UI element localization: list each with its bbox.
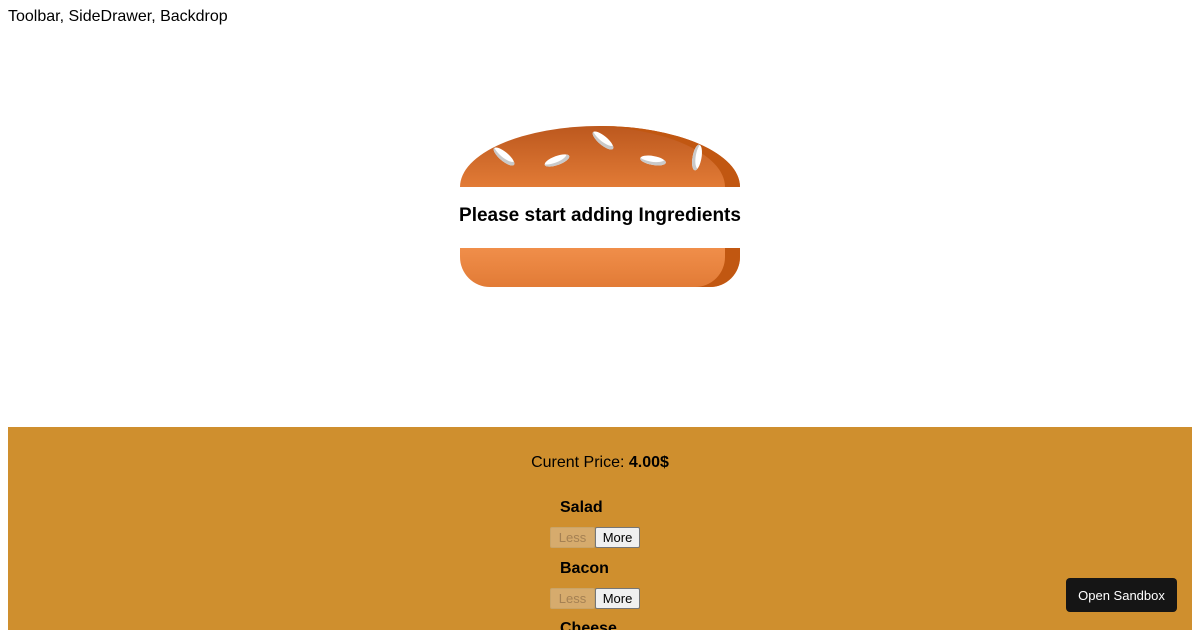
current-price: Curent Price: 4.00$ (8, 454, 1192, 472)
open-sandbox-button[interactable]: Open Sandbox (1066, 578, 1177, 612)
bread-bottom (460, 248, 740, 287)
control-label-cheese: Cheese (560, 620, 617, 630)
salad-more-button[interactable]: More (595, 527, 640, 548)
bread-top (460, 126, 740, 187)
sesame-seed (543, 151, 571, 170)
page: Toolbar, SideDrawer, Backdrop Please sta… (0, 0, 1200, 630)
empty-burger-message: Please start adding Ingredients (459, 205, 741, 226)
sesame-seed (590, 128, 616, 153)
sesame-seed (491, 144, 517, 169)
build-controls: Curent Price: 4.00$ Salad Less More Baco… (8, 427, 1192, 630)
sesame-seed (639, 153, 667, 168)
bacon-less-button[interactable]: Less (550, 588, 595, 609)
price-label: Curent Price: (531, 454, 629, 471)
salad-less-button[interactable]: Less (550, 527, 595, 548)
bacon-more-button[interactable]: More (595, 588, 640, 609)
sesame-seed (690, 143, 704, 172)
control-label-salad: Salad (560, 499, 603, 516)
burger: Please start adding Ingredients (0, 0, 1200, 427)
control-label-bacon: Bacon (560, 560, 609, 577)
price-value: 4.00$ (628, 454, 669, 471)
